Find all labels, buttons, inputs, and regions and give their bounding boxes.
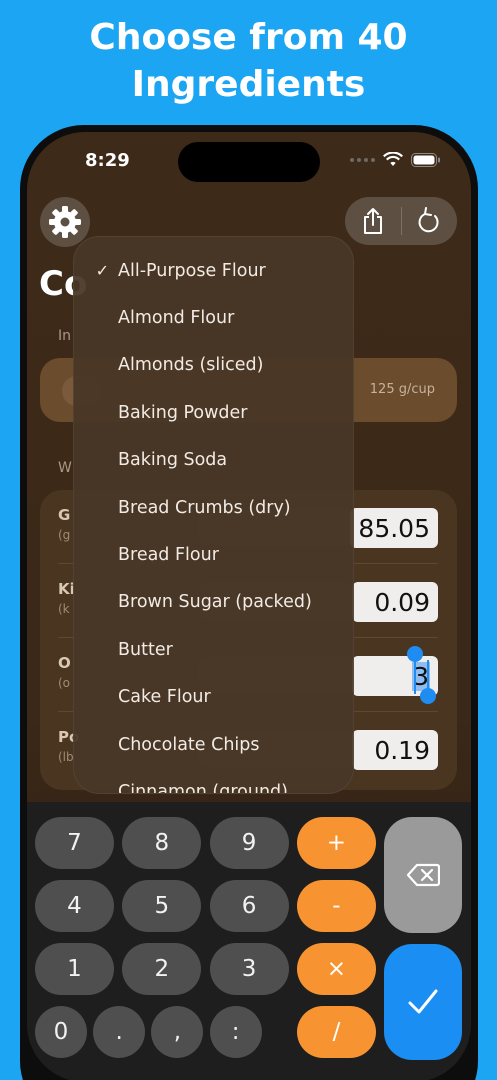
menu-item-label: Cake Flour [118, 687, 211, 708]
key-operator[interactable]: + [296, 817, 376, 869]
share-icon [363, 208, 382, 234]
selection-end-handle[interactable] [420, 688, 436, 704]
promo-headline: Choose from 40 Ingredients [0, 14, 497, 108]
undo-arrow-icon [418, 207, 439, 233]
status-icons [350, 152, 441, 167]
unit-abbr: (k [58, 602, 70, 616]
settings-button[interactable] [40, 197, 90, 247]
key-digit[interactable]: 9 [209, 817, 289, 869]
key-operator[interactable]: - [296, 880, 376, 932]
key-digit[interactable]: 8 [122, 817, 202, 869]
kilograms-value-field[interactable]: 0.09 [352, 582, 438, 622]
backspace-key[interactable] [384, 817, 462, 933]
promo-line-2: Ingredients [131, 64, 366, 105]
key-digit[interactable]: . [93, 1006, 146, 1058]
menu-item[interactable]: Cake Flour [74, 674, 353, 721]
confirm-key[interactable] [384, 944, 462, 1060]
key-digit[interactable]: 1 [35, 943, 114, 995]
number-keypad: 7 8 9 +4 5 6- 1 2 3 × 0.,: / [27, 802, 471, 1080]
key-operator[interactable]: × [296, 943, 376, 995]
weights-section-label: W [58, 460, 72, 476]
selection-start-handle[interactable] [407, 646, 423, 662]
app-screen: 8:2 9 Co In 125 g/cup W G (g 85.05 Ki (k … [27, 132, 471, 1080]
header-actions [345, 197, 457, 245]
unit-abbr: (o [58, 676, 71, 690]
menu-item-label: Chocolate Chips [118, 734, 260, 755]
menu-item[interactable]: Bread Crumbs (dry) [74, 484, 353, 531]
backspace-icon [406, 863, 440, 887]
menu-item-label: All-Purpose Flour [118, 260, 266, 281]
menu-item[interactable]: Chocolate Chips [74, 721, 353, 768]
unit-name: O [58, 654, 71, 672]
key-digit[interactable]: , [151, 1006, 204, 1058]
wifi-icon [383, 152, 403, 166]
menu-item-label: Almond Flour [118, 307, 235, 328]
reset-button[interactable] [401, 197, 457, 245]
menu-item[interactable]: ✓ All-Purpose Flour [74, 247, 353, 294]
menu-item-label: Almonds (sliced) [118, 355, 264, 376]
checkmark-icon [408, 989, 438, 1014]
status-time: 8:29 [85, 150, 130, 171]
menu-item-label: Brown Sugar (packed) [118, 592, 312, 613]
menu-item-label: Bread Flour [118, 544, 219, 565]
gear-icon [49, 206, 81, 238]
ingredient-menu: ✓ All-Purpose Flour Almond Flour Almonds (s… [73, 236, 354, 794]
key-digit[interactable]: 0 [35, 1006, 87, 1058]
battery-icon [411, 152, 440, 167]
menu-item[interactable]: Almonds (sliced) [74, 342, 353, 389]
key-digit[interactable]: 5 [122, 880, 202, 932]
menu-item[interactable]: Butter [74, 626, 353, 673]
ingredient-section-label: In [58, 328, 72, 344]
menu-item-label: Baking Powder [118, 402, 248, 423]
menu-item[interactable]: Almond Flour [74, 294, 353, 341]
selection-start-bar [414, 660, 416, 694]
menu-item-label: Butter [118, 639, 173, 660]
key-digit[interactable]: 3 [209, 943, 289, 995]
menu-item[interactable]: Brown Sugar (packed) [74, 579, 353, 626]
key-digit[interactable]: 4 [35, 880, 114, 932]
ingredient-density: 125 g/cup [369, 382, 435, 397]
menu-item[interactable]: Bread Flour [74, 531, 353, 578]
unit-abbr: (lb [58, 750, 74, 764]
menu-item[interactable]: Baking Powder [74, 389, 353, 436]
unit-abbr: (g [58, 528, 71, 542]
grams-value-field[interactable]: 85.05 [350, 508, 438, 548]
pounds-value-field[interactable]: 0.19 [352, 730, 438, 770]
checkmark-icon: ✓ [95, 261, 109, 280]
key-digit[interactable]: 6 [209, 880, 289, 932]
menu-item[interactable]: Baking Soda [74, 437, 353, 484]
cellular-signal-icon [350, 157, 375, 162]
key-digit[interactable]: 2 [122, 943, 202, 995]
share-button[interactable] [345, 197, 401, 245]
key-digit[interactable]: 7 [35, 817, 114, 869]
menu-item-label: Baking Soda [118, 450, 228, 471]
key-digit[interactable]: : [209, 1006, 262, 1058]
dynamic-island [178, 142, 320, 182]
unit-name: G [58, 506, 71, 524]
menu-item-label: Cinnamon (ground) [118, 781, 288, 794]
menu-item-label: Bread Crumbs (dry) [118, 497, 291, 518]
promo-line-1: Choose from 40 [89, 17, 408, 58]
menu-item[interactable]: Cinnamon (ground) [74, 768, 353, 794]
key-operator[interactable]: / [297, 1006, 376, 1058]
